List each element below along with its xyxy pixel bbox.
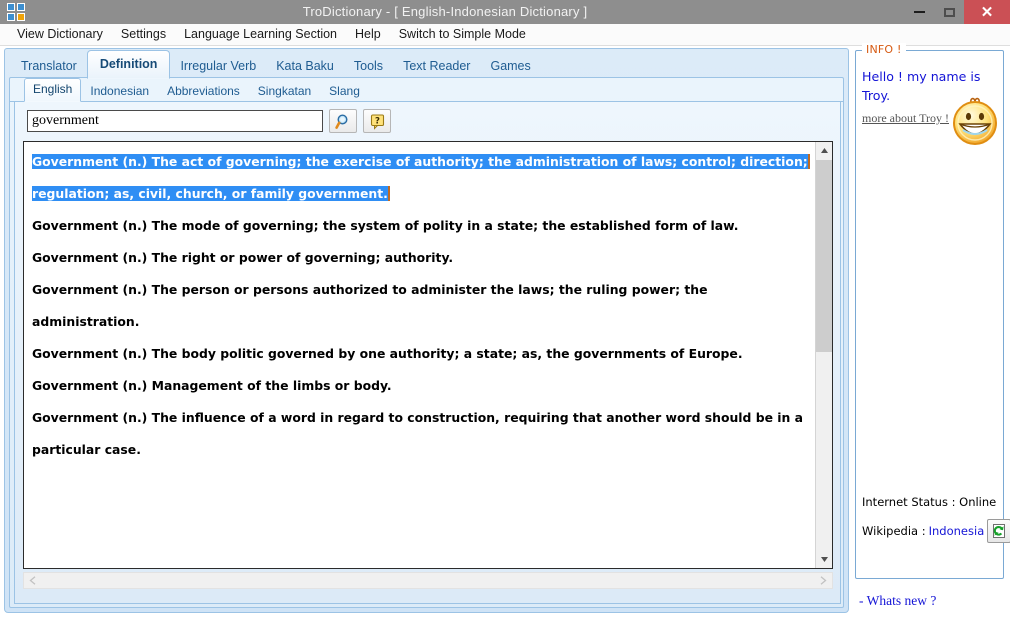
svg-text:?: ? [375, 116, 380, 126]
definition-textarea[interactable]: Government (n.) The act of governing; th… [23, 141, 833, 569]
search-row: ? [27, 109, 391, 133]
search-input[interactable] [27, 110, 323, 132]
language-sub-tab-strip: English Indonesian Abbreviations Singkat… [10, 78, 843, 102]
window-title: TroDictionary - [ English-Indonesian Dic… [302, 4, 588, 19]
internet-status-text: Internet Status : Online [862, 495, 997, 509]
more-about-troy-link[interactable]: more about Troy ! [862, 111, 949, 126]
english-definition-page: ? Government (n.) The act of governing; … [14, 102, 841, 604]
tab-translator[interactable]: Translator [11, 53, 87, 79]
question-balloon-icon: ? [370, 113, 384, 130]
subtab-abbreviations[interactable]: Abbreviations [158, 81, 249, 102]
definition-entry-text: Government (n.) The body politic governe… [32, 346, 743, 361]
help-button[interactable]: ? [363, 109, 391, 133]
definition-entry-text: Government (n.) The person or persons au… [32, 282, 708, 329]
search-button[interactable] [329, 109, 357, 133]
definition-entry-text: Government (n.) The right or power of go… [32, 250, 454, 265]
maximize-button[interactable] [934, 0, 964, 24]
subtab-slang[interactable]: Slang [320, 81, 369, 102]
wikipedia-row: Wikipedia : Indonesia [862, 519, 1010, 543]
main-tab-host: Translator Definition Irregular Verb Kat… [4, 48, 849, 613]
menu-language-learning-section[interactable]: Language Learning Section [175, 24, 346, 45]
subtab-english[interactable]: English [24, 78, 82, 102]
main-tab-strip: Translator Definition Irregular Verb Kat… [5, 49, 848, 79]
tab-text-reader[interactable]: Text Reader [393, 53, 480, 79]
menu-bar: View Dictionary Settings Language Learni… [0, 24, 1010, 46]
minimize-button[interactable] [904, 0, 934, 24]
definition-entry-text: Government (n.) The influence of a word … [32, 410, 804, 457]
window-body: Translator Definition Irregular Verb Kat… [0, 43, 1010, 619]
link-whats-new[interactable]: - Whats new ? [859, 589, 1004, 613]
wikipedia-label: Wikipedia : [862, 524, 926, 538]
title-bar: TroDictionary - [ English-Indonesian Dic… [0, 0, 1010, 24]
definition-entry: Government (n.) The person or persons au… [32, 274, 811, 338]
scroll-right-icon[interactable] [815, 573, 832, 588]
window-controls: ✕ [904, 0, 1010, 24]
definition-tab-page: English Indonesian Abbreviations Singkat… [9, 77, 844, 608]
link-change-logs[interactable]: - Change logs [859, 613, 1004, 619]
menu-settings[interactable]: Settings [112, 24, 175, 45]
tab-definition[interactable]: Definition [86, 50, 171, 79]
scroll-down-icon[interactable] [816, 551, 832, 568]
info-panel-legend: INFO ! [862, 43, 906, 56]
tab-kata-baku[interactable]: Kata Baku [266, 53, 344, 79]
definition-entry-text: Government (n.) The mode of governing; t… [32, 218, 739, 233]
definition-entry-text: Government (n.) The act of governing; th… [32, 154, 810, 201]
magnifier-icon [334, 113, 348, 129]
refresh-page-icon [993, 524, 1006, 538]
subtab-indonesian[interactable]: Indonesian [81, 81, 158, 102]
application-window: TroDictionary - [ English-Indonesian Dic… [0, 0, 1010, 619]
right-sidebar: INFO ! Hello ! my name is Troy. more abo… [853, 43, 1010, 619]
definition-entry: Government (n.) The act of governing; th… [32, 146, 811, 210]
definition-entry: Government (n.) The mode of governing; t… [32, 210, 811, 242]
definition-horizontal-scrollbar[interactable] [23, 572, 833, 589]
definition-entry: Government (n.) The body politic governe… [32, 338, 811, 370]
close-icon: ✕ [980, 4, 994, 21]
definition-entry: Government (n.) The right or power of go… [32, 242, 811, 274]
vertical-scroll-thumb[interactable] [816, 160, 832, 352]
scroll-left-icon[interactable] [24, 573, 41, 588]
menu-view-dictionary[interactable]: View Dictionary [8, 24, 112, 45]
info-panel: INFO ! Hello ! my name is Troy. more abo… [855, 43, 1010, 579]
definition-entry: Government (n.) Management of the limbs … [32, 370, 811, 402]
definition-text-content: Government (n.) The act of governing; th… [24, 142, 817, 568]
sidebar-links: - Whats new ? - Change logs - Bug & sugg… [859, 589, 1004, 619]
definition-entry: Government (n.) The influence of a word … [32, 402, 811, 466]
wikipedia-value[interactable]: Indonesia [929, 524, 985, 538]
scroll-up-icon[interactable] [816, 142, 832, 159]
smiley-face-icon [949, 94, 1001, 146]
definition-vertical-scrollbar[interactable] [815, 142, 832, 568]
definition-entry-text: Government (n.) Management of the limbs … [32, 378, 392, 393]
menu-switch-to-simple-mode[interactable]: Switch to Simple Mode [390, 24, 535, 45]
tab-irregular-verb[interactable]: Irregular Verb [170, 53, 266, 79]
close-button[interactable]: ✕ [964, 0, 1010, 24]
tab-tools[interactable]: Tools [344, 53, 393, 79]
tab-games[interactable]: Games [480, 53, 540, 79]
wikipedia-refresh-button[interactable] [987, 519, 1010, 543]
menu-help[interactable]: Help [346, 24, 390, 45]
subtab-singkatan[interactable]: Singkatan [249, 81, 320, 102]
